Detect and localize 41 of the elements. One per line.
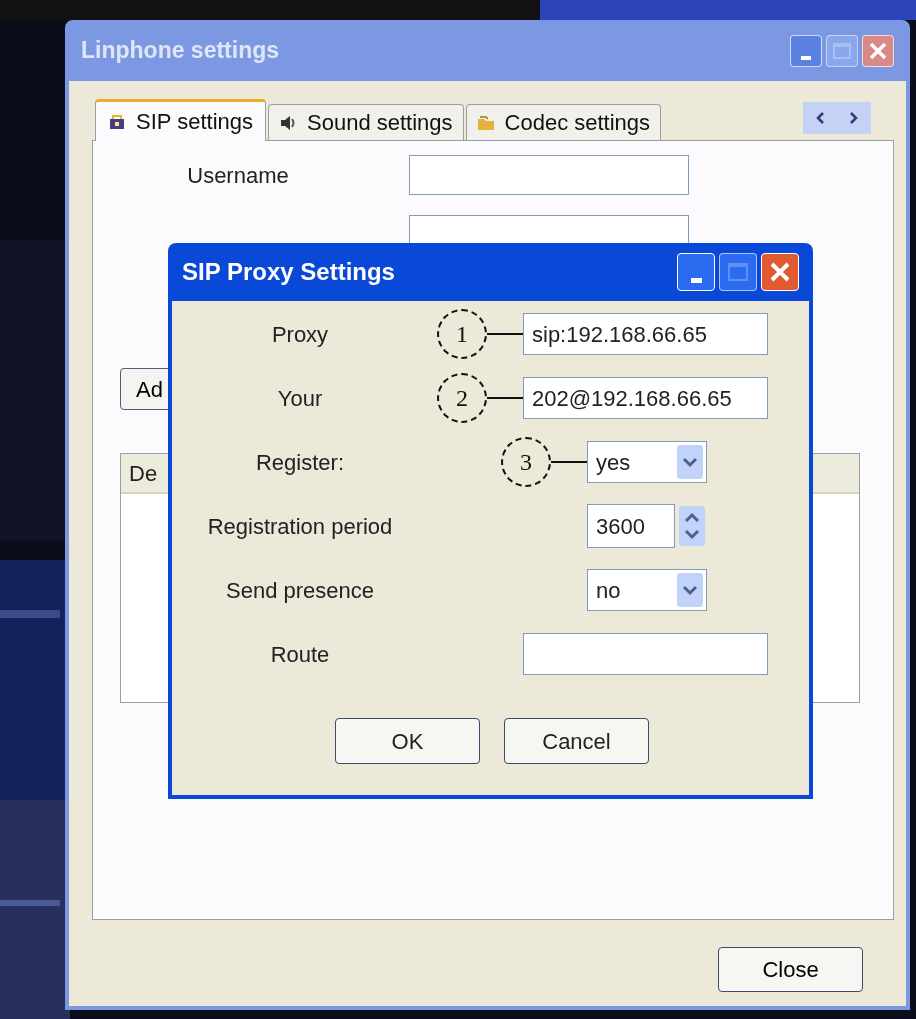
speaker-icon — [279, 113, 297, 132]
input-field[interactable] — [409, 155, 689, 195]
field-label: Register: — [254, 448, 345, 477]
field-label: Username — [186, 161, 290, 190]
tab[interactable]: SIP settings — [95, 99, 266, 141]
close-button[interactable]: Close — [718, 947, 863, 992]
input-field[interactable] — [523, 633, 768, 675]
tab[interactable]: Sound settings — [268, 104, 464, 140]
close-icon[interactable] — [862, 34, 894, 67]
number-field[interactable]: 3600 — [587, 504, 675, 548]
folder-icon — [476, 113, 495, 132]
field-label: Your — [276, 384, 324, 413]
leader-line — [551, 460, 587, 464]
leader-line — [487, 332, 523, 336]
chevron-down-icon[interactable] — [677, 573, 703, 607]
field-label: Proxy — [270, 320, 330, 349]
tab-scroll-arrows[interactable] — [803, 102, 871, 134]
dialog-title: SIP Proxy Settings — [182, 257, 395, 287]
dropdown[interactable]: yes — [587, 441, 707, 483]
field-label: Send presence — [225, 576, 375, 605]
cancel-button[interactable]: Cancel — [504, 718, 649, 764]
lock-icon — [108, 112, 126, 131]
ok-button[interactable]: OK — [335, 718, 480, 764]
minimize-icon[interactable] — [790, 34, 822, 67]
tab[interactable]: Codec settings — [465, 104, 662, 140]
leader-line — [487, 396, 523, 400]
minimize-icon[interactable] — [677, 253, 715, 291]
field-label: Registration period — [206, 512, 394, 541]
spinner-arrows-icon[interactable] — [679, 506, 705, 546]
callout-number: 3 — [501, 437, 551, 487]
column-header[interactable]: De — [121, 456, 158, 490]
close-icon[interactable] — [761, 253, 799, 291]
chevron-down-icon[interactable] — [677, 445, 703, 479]
maximize-icon[interactable] — [719, 253, 757, 291]
window-title: Linphone settings — [81, 36, 280, 66]
input-field[interactable]: sip:192.168.66.65 — [523, 313, 768, 355]
dropdown[interactable]: no — [587, 569, 707, 611]
input-field[interactable]: 202@192.168.66.65 — [523, 377, 768, 419]
callout-number: 2 — [437, 373, 487, 423]
field-label: Route — [269, 640, 331, 669]
callout-number: 1 — [437, 309, 487, 359]
